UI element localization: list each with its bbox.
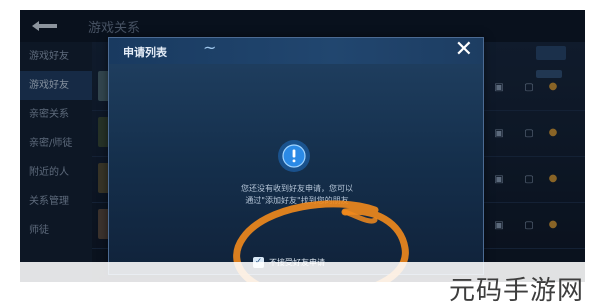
- cloud-decoration-icon: ~: [203, 38, 217, 57]
- application-list-dialog: 申请列表 ~ ✕ 您还没有收到好友申请，您可以 通过"添加好友"找到您的朋友 ✓…: [108, 37, 484, 275]
- info-alert-icon: [278, 140, 310, 172]
- empty-state-line-2: 通过"添加好友"找到您的朋友: [245, 196, 349, 205]
- empty-state-message: 您还没有收到好友申请，您可以 通过"添加好友"找到您的朋友: [192, 183, 402, 207]
- site-watermark: 元码手游网: [448, 276, 584, 306]
- game-screen: 游戏关系 游戏好友 游戏好友 亲密关系 亲密/师徒 附近的人 关系管理 师徒 ▣…: [20, 10, 585, 282]
- close-icon[interactable]: ✕: [455, 39, 473, 61]
- dialog-title: 申请列表: [123, 46, 167, 59]
- empty-state-line-1: 您还没有收到好友申请，您可以: [241, 184, 353, 193]
- dialog-header: 申请列表 ~ ✕: [109, 38, 483, 64]
